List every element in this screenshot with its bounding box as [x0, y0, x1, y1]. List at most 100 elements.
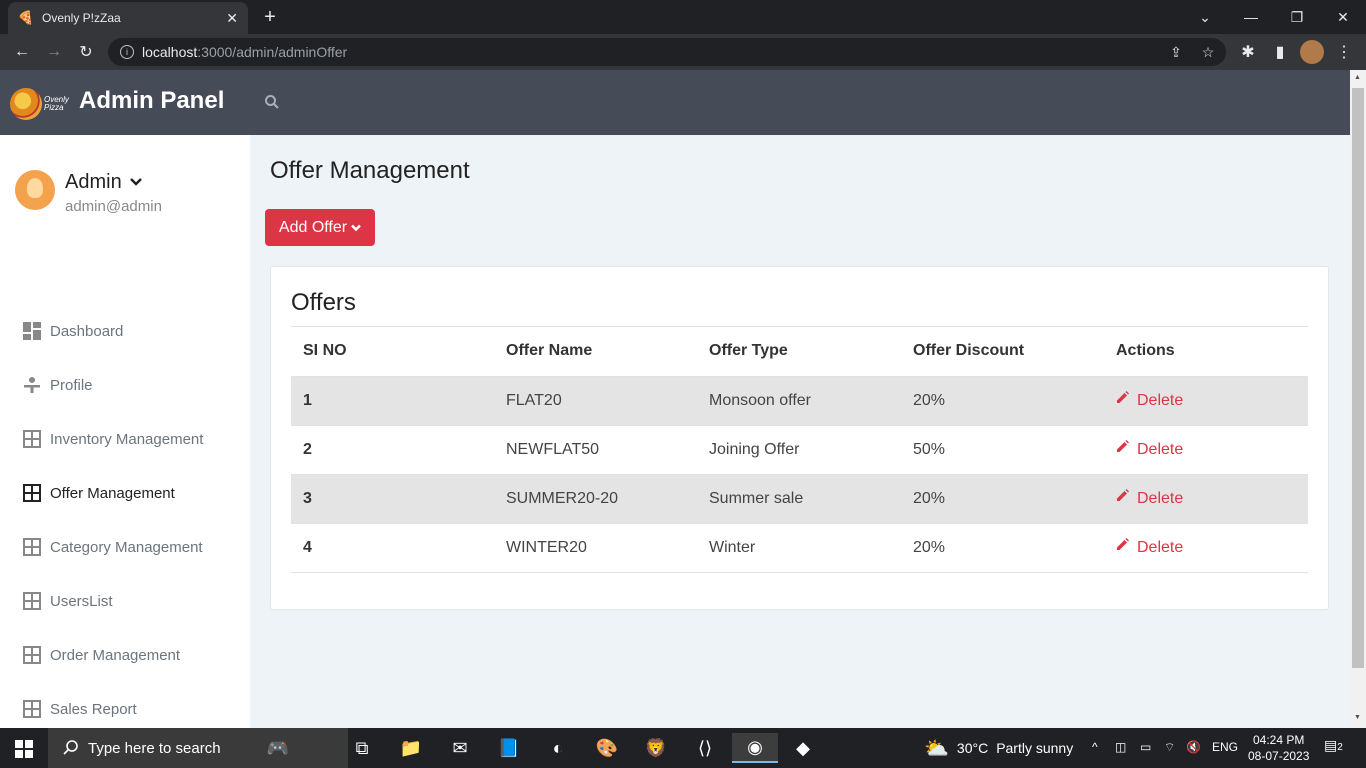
- add-offer-button[interactable]: Add Offer: [265, 209, 375, 246]
- sidebar-item-userslist[interactable]: UsersList: [0, 581, 250, 621]
- sidebar-item-category[interactable]: Category Management: [0, 527, 250, 567]
- grid-icon: [23, 484, 41, 502]
- scrollbar-thumb[interactable]: [1352, 88, 1364, 668]
- share-icon[interactable]: ⇪: [1164, 40, 1188, 64]
- file-explorer-icon[interactable]: 📁: [391, 733, 431, 763]
- dashboard-icon: [23, 322, 41, 340]
- battery-icon[interactable]: ▭: [1140, 740, 1151, 754]
- delete-link[interactable]: Delete: [1116, 391, 1183, 410]
- table-row: 2 NEWFLAT50 Joining Offer 50% Delete: [291, 425, 1308, 475]
- sidebar-item-label: Inventory Management: [50, 430, 204, 448]
- site-info-icon[interactable]: i: [120, 45, 134, 59]
- reload-button[interactable]: ↻: [74, 40, 98, 64]
- notes-app-icon[interactable]: 📘: [489, 733, 529, 763]
- sidebar-item-label: Sales Report: [50, 700, 137, 718]
- offers-table: SI NO Offer Name Offer Type Offer Discou…: [291, 327, 1308, 573]
- grid-icon: [23, 700, 41, 718]
- sidebar-item-label: UsersList: [50, 592, 113, 610]
- chevron-down-icon: [351, 224, 361, 231]
- page-title: Offer Management: [270, 157, 470, 184]
- cell-offer-type: Winter: [697, 523, 901, 573]
- delete-link[interactable]: Delete: [1116, 538, 1183, 557]
- meet-now-icon[interactable]: ◫: [1115, 740, 1126, 754]
- tab-search-chevron-icon[interactable]: ⌄: [1182, 0, 1228, 34]
- tab-title: Ovenly P!zZaa: [42, 11, 121, 25]
- brave-browser-icon[interactable]: 🦁: [636, 733, 676, 763]
- edge-browser-icon[interactable]: ◐: [538, 733, 578, 763]
- chrome-icon[interactable]: ◉: [732, 733, 778, 763]
- admin-header: Ovenly Pizza Admin Panel: [0, 70, 1350, 135]
- os-taskbar: Type here to search 🎮 ⧉ 📁 ✉ 📘 ◐ 🎨 🦁 ⟨⟩ ◉…: [0, 728, 1366, 768]
- sidebar-item-sales[interactable]: Sales Report: [0, 689, 250, 728]
- offers-card: Offers SI NO Offer Name Offer Type Offer…: [270, 266, 1329, 610]
- browser-toolbar: ← → ↻ i localhost:3000/admin/adminOffer …: [0, 34, 1366, 70]
- restore-button[interactable]: ❐: [1274, 0, 1320, 34]
- sidebar-item-inventory[interactable]: Inventory Management: [0, 419, 250, 459]
- windows-start-icon[interactable]: [15, 740, 33, 758]
- git-app-icon[interactable]: ◆: [783, 733, 823, 763]
- vscode-icon[interactable]: ⟨⟩: [685, 733, 725, 763]
- page-scrollbar[interactable]: ▲ ▼: [1350, 70, 1366, 728]
- pencil-icon: [1117, 440, 1129, 453]
- sidebar-item-dashboard[interactable]: Dashboard: [0, 311, 250, 351]
- table-row: 1 FLAT20 Monsoon offer 20% Delete: [291, 376, 1308, 426]
- new-tab-button[interactable]: +: [258, 5, 282, 29]
- page-viewport: Ovenly Pizza Admin Panel Admin admin@admi…: [0, 70, 1350, 728]
- chevron-up-icon[interactable]: ^: [1092, 740, 1098, 754]
- address-bar[interactable]: i localhost:3000/admin/adminOffer: [108, 38, 1226, 66]
- add-offer-label: Add Offer: [278, 218, 348, 236]
- profile-avatar[interactable]: [1300, 40, 1324, 64]
- extensions-icon[interactable]: ✱: [1236, 40, 1260, 64]
- scroll-down-arrow-icon[interactable]: ▼: [1354, 714, 1362, 721]
- delete-link[interactable]: Delete: [1116, 489, 1183, 508]
- cell-offer-type: Summer sale: [697, 474, 901, 524]
- pizza-logo-icon: [10, 88, 42, 120]
- task-view-icon[interactable]: ⧉: [342, 733, 382, 763]
- wifi-icon[interactable]: ⌔: [1164, 740, 1175, 755]
- taskbar-search-box[interactable]: Type here to search 🎮: [48, 728, 348, 768]
- avatar[interactable]: [15, 170, 55, 210]
- forward-button[interactable]: →: [42, 40, 66, 64]
- clock-date: 08-07-2023: [1248, 749, 1310, 763]
- table-row: 3 SUMMER20-20 Summer sale 20% Delete: [291, 474, 1308, 524]
- close-tab-icon[interactable]: ✕: [226, 10, 238, 27]
- scroll-up-arrow-icon[interactable]: ▲: [1354, 74, 1362, 81]
- table-header-row: SI NO Offer Name Offer Type Offer Discou…: [291, 327, 1308, 377]
- column-header: Actions: [1104, 327, 1308, 377]
- sidebar-item-profile[interactable]: Profile: [0, 365, 250, 405]
- language-indicator[interactable]: ENG: [1212, 740, 1238, 754]
- browser-tabbar: 🍕 Ovenly P!zZaa ✕ + ⌄ — ❐ ✕: [0, 0, 1366, 34]
- logo[interactable]: Ovenly Pizza: [10, 87, 72, 121]
- user-name[interactable]: Admin: [65, 171, 122, 194]
- partly-sunny-icon: ⛅: [924, 737, 949, 760]
- weather-temp: 30°C: [956, 740, 989, 756]
- cell-offer-name: NEWFLAT50: [494, 425, 697, 475]
- notification-center-icon[interactable]: ▤2: [1324, 737, 1343, 754]
- volume-muted-icon[interactable]: 🔇: [1186, 740, 1201, 754]
- profile-icon: [24, 377, 40, 393]
- browser-menu-icon[interactable]: ⋮: [1332, 40, 1356, 64]
- side-panel-icon[interactable]: ▮: [1268, 40, 1292, 64]
- cell-offer-type: Monsoon offer: [697, 376, 901, 426]
- paint-app-icon[interactable]: 🎨: [587, 733, 627, 763]
- bookmark-star-icon[interactable]: ☆: [1196, 40, 1220, 64]
- url-path: :3000/admin/adminOffer: [197, 44, 348, 60]
- chevron-down-icon[interactable]: [130, 177, 142, 187]
- weather-widget[interactable]: ⛅ 30°C Partly sunny: [924, 728, 1073, 768]
- sidebar-item-offer[interactable]: Offer Management: [0, 473, 250, 513]
- url-host: localhost: [142, 44, 198, 60]
- browser-tab[interactable]: 🍕 Ovenly P!zZaa ✕: [8, 2, 248, 34]
- search-icon[interactable]: [264, 94, 280, 110]
- cell-sino: 3: [291, 474, 494, 524]
- back-button[interactable]: ←: [10, 40, 34, 64]
- close-window-button[interactable]: ✕: [1320, 0, 1366, 34]
- mail-icon[interactable]: ✉: [440, 733, 480, 763]
- table-row: 4 WINTER20 Winter 20% Delete: [291, 523, 1308, 573]
- grid-icon: [23, 646, 41, 664]
- search-icon: [63, 740, 78, 755]
- taskbar-clock[interactable]: 04:24 PM 08-07-2023: [1248, 732, 1309, 764]
- sidebar-item-orders[interactable]: Order Management: [0, 635, 250, 675]
- card-title: Offers: [291, 289, 356, 316]
- minimize-button[interactable]: —: [1228, 0, 1274, 34]
- delete-link[interactable]: Delete: [1116, 440, 1183, 459]
